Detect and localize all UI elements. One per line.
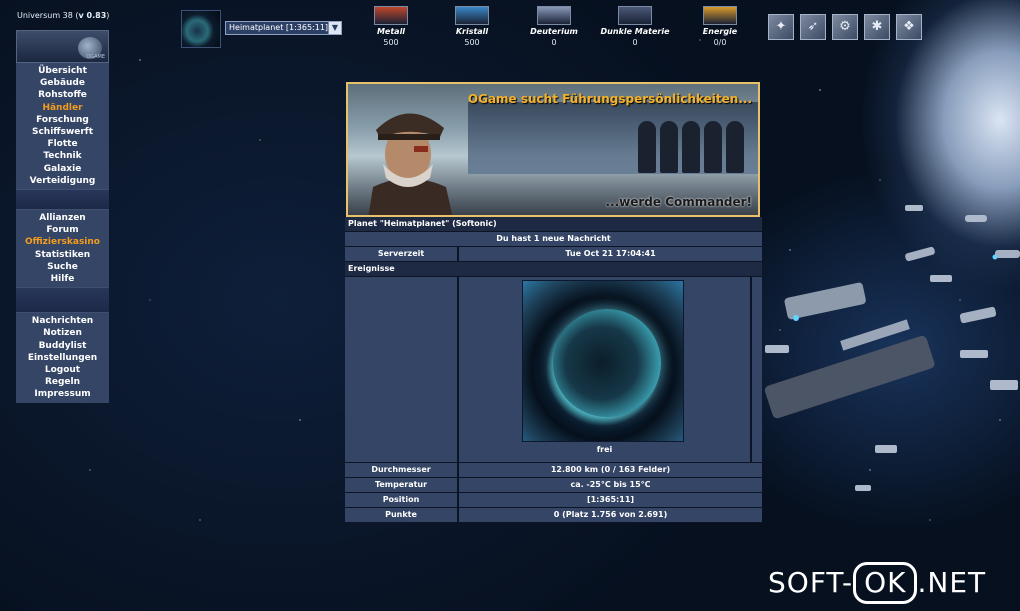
game-logo: OGAME xyxy=(16,30,109,63)
menu-item-forschung[interactable]: Forschung xyxy=(16,114,109,126)
menu-item-forum[interactable]: Forum xyxy=(16,224,109,236)
main-menu: OGAME Übersicht Gebäude Rohstoffe Händler Fo… xyxy=(16,30,109,403)
stat-label: Temperatur xyxy=(345,478,459,492)
menu-item-statistiken[interactable]: Statistiken xyxy=(16,249,109,261)
stat-value: 12.800 km (0 / 163 Felder) xyxy=(459,463,762,477)
events-right-column xyxy=(750,277,762,462)
planet-selector[interactable]: Heimatplanet [1:365:11] ▼ xyxy=(225,21,342,35)
menu-item-verteidigung[interactable]: Verteidigung xyxy=(16,175,109,187)
menu-item-buddylist[interactable]: Buddylist xyxy=(16,340,109,352)
admiral-icon[interactable]: ➶ xyxy=(800,14,826,40)
officer-icons: ✦ ➶ ⚙ ✱ ❖ xyxy=(768,14,922,40)
events-area: frei xyxy=(345,277,762,463)
metal-icon xyxy=(374,6,408,25)
menu-group-account: Nachrichten Notizen Buddylist Einstellungen… xyxy=(16,313,109,403)
banner-tagline: ...werde Commander! xyxy=(605,195,752,209)
menu-item-schiffswerft[interactable]: Schiffswerft xyxy=(16,126,109,138)
universe-label: Universum 38 (v 0.83) xyxy=(17,11,110,20)
engineer-icon[interactable]: ⚙ xyxy=(832,14,858,40)
menu-item-suche[interactable]: Suche xyxy=(16,261,109,273)
planet-caption: frei xyxy=(596,445,613,454)
stat-row-position: Position [1:365:11] xyxy=(345,493,762,508)
stat-row-durchmesser: Durchmesser 12.800 km (0 / 163 Felder) xyxy=(345,463,762,478)
stat-label: Durchmesser xyxy=(345,463,459,477)
stat-value[interactable]: [1:365:11] xyxy=(459,493,762,507)
menu-item-galaxie[interactable]: Galaxie xyxy=(16,163,109,175)
menu-item-impressum[interactable]: Impressum xyxy=(16,388,109,400)
chevron-down-icon[interactable]: ▼ xyxy=(328,22,341,34)
planet-image[interactable] xyxy=(522,280,684,442)
planet-thumbnail[interactable] xyxy=(181,10,221,48)
resource-deuterium[interactable]: Deuterium 0 xyxy=(518,6,590,48)
menu-item-gebäude[interactable]: Gebäude xyxy=(16,77,109,89)
server-time-label: Serverzeit xyxy=(345,247,459,261)
menu-item-regeln[interactable]: Regeln xyxy=(16,376,109,388)
menu-item-nachrichten[interactable]: Nachrichten xyxy=(16,315,109,327)
menu-item-hilfe[interactable]: Hilfe xyxy=(16,273,109,285)
new-message-link[interactable]: Du hast 1 neue Nachricht xyxy=(345,232,762,246)
dark-matter-icon xyxy=(618,6,652,25)
menu-item-technik[interactable]: Technik xyxy=(16,150,109,162)
planet-overview: Planet "Heimatplanet" (Softonic) Du hast… xyxy=(345,217,762,523)
technocrat-icon[interactable]: ❖ xyxy=(896,14,922,40)
watermark: SOFT- OK .NET xyxy=(768,562,986,604)
menu-divider xyxy=(16,189,109,211)
menu-group-main: Übersicht Gebäude Rohstoffe Händler Forschun… xyxy=(16,63,109,190)
menu-item-einstellungen[interactable]: Einstellungen xyxy=(16,352,109,364)
server-time-value: Tue Oct 21 17:04:41 xyxy=(459,247,762,261)
menu-item-händler[interactable]: Händler xyxy=(16,102,109,114)
menu-item-offizierskasino[interactable]: Offizierskasino xyxy=(16,236,109,248)
commander-portrait xyxy=(368,113,453,215)
deuterium-icon xyxy=(537,6,571,25)
spaceship-fleet xyxy=(764,205,1020,491)
banner-headline: OGame sucht Führungspersönlichkeiten... xyxy=(467,92,752,106)
menu-item-rohstoffe[interactable]: Rohstoffe xyxy=(16,89,109,101)
stat-label: Position xyxy=(345,493,459,507)
geologist-icon[interactable]: ✱ xyxy=(864,14,890,40)
menu-group-community: Allianzen Forum Offizierskasino Statistiken… xyxy=(16,210,109,288)
menu-divider xyxy=(16,287,109,314)
commander-banner[interactable]: OGame sucht Führungspersönlichkeiten... … xyxy=(346,82,760,217)
stat-value: 0 (Platz 1.756 von 2.691) xyxy=(459,508,762,522)
resource-metall[interactable]: Metall 500 xyxy=(355,6,427,48)
planet-view: frei xyxy=(459,277,750,462)
crystal-icon xyxy=(455,6,489,25)
events-left-column xyxy=(345,277,459,462)
stat-label: Punkte xyxy=(345,508,459,522)
planet-title: Planet "Heimatplanet" (Softonic) xyxy=(345,217,762,231)
menu-item-allianzen[interactable]: Allianzen xyxy=(16,212,109,224)
planet-stats: Durchmesser 12.800 km (0 / 163 Felder) Tem… xyxy=(345,463,762,523)
commander-icon[interactable]: ✦ xyxy=(768,14,794,40)
resource-dunkle-materie[interactable]: Dunkle Materie 0 xyxy=(599,6,671,48)
menu-item-logout[interactable]: Logout xyxy=(16,364,109,376)
menu-item-notizen[interactable]: Notizen xyxy=(16,327,109,339)
menu-item-übersicht[interactable]: Übersicht xyxy=(16,65,109,77)
stat-value: ca. -25°C bis 15°C xyxy=(459,478,762,492)
menu-item-flotte[interactable]: Flotte xyxy=(16,138,109,150)
events-header: Ereignisse xyxy=(345,262,762,276)
resource-kristall[interactable]: Kristall 500 xyxy=(436,6,508,48)
stat-row-punkte: Punkte 0 (Platz 1.756 von 2.691) xyxy=(345,508,762,523)
resource-energie[interactable]: Energie 0/0 xyxy=(684,6,756,48)
energy-icon xyxy=(703,6,737,25)
stat-row-temperatur: Temperatur ca. -25°C bis 15°C xyxy=(345,478,762,493)
